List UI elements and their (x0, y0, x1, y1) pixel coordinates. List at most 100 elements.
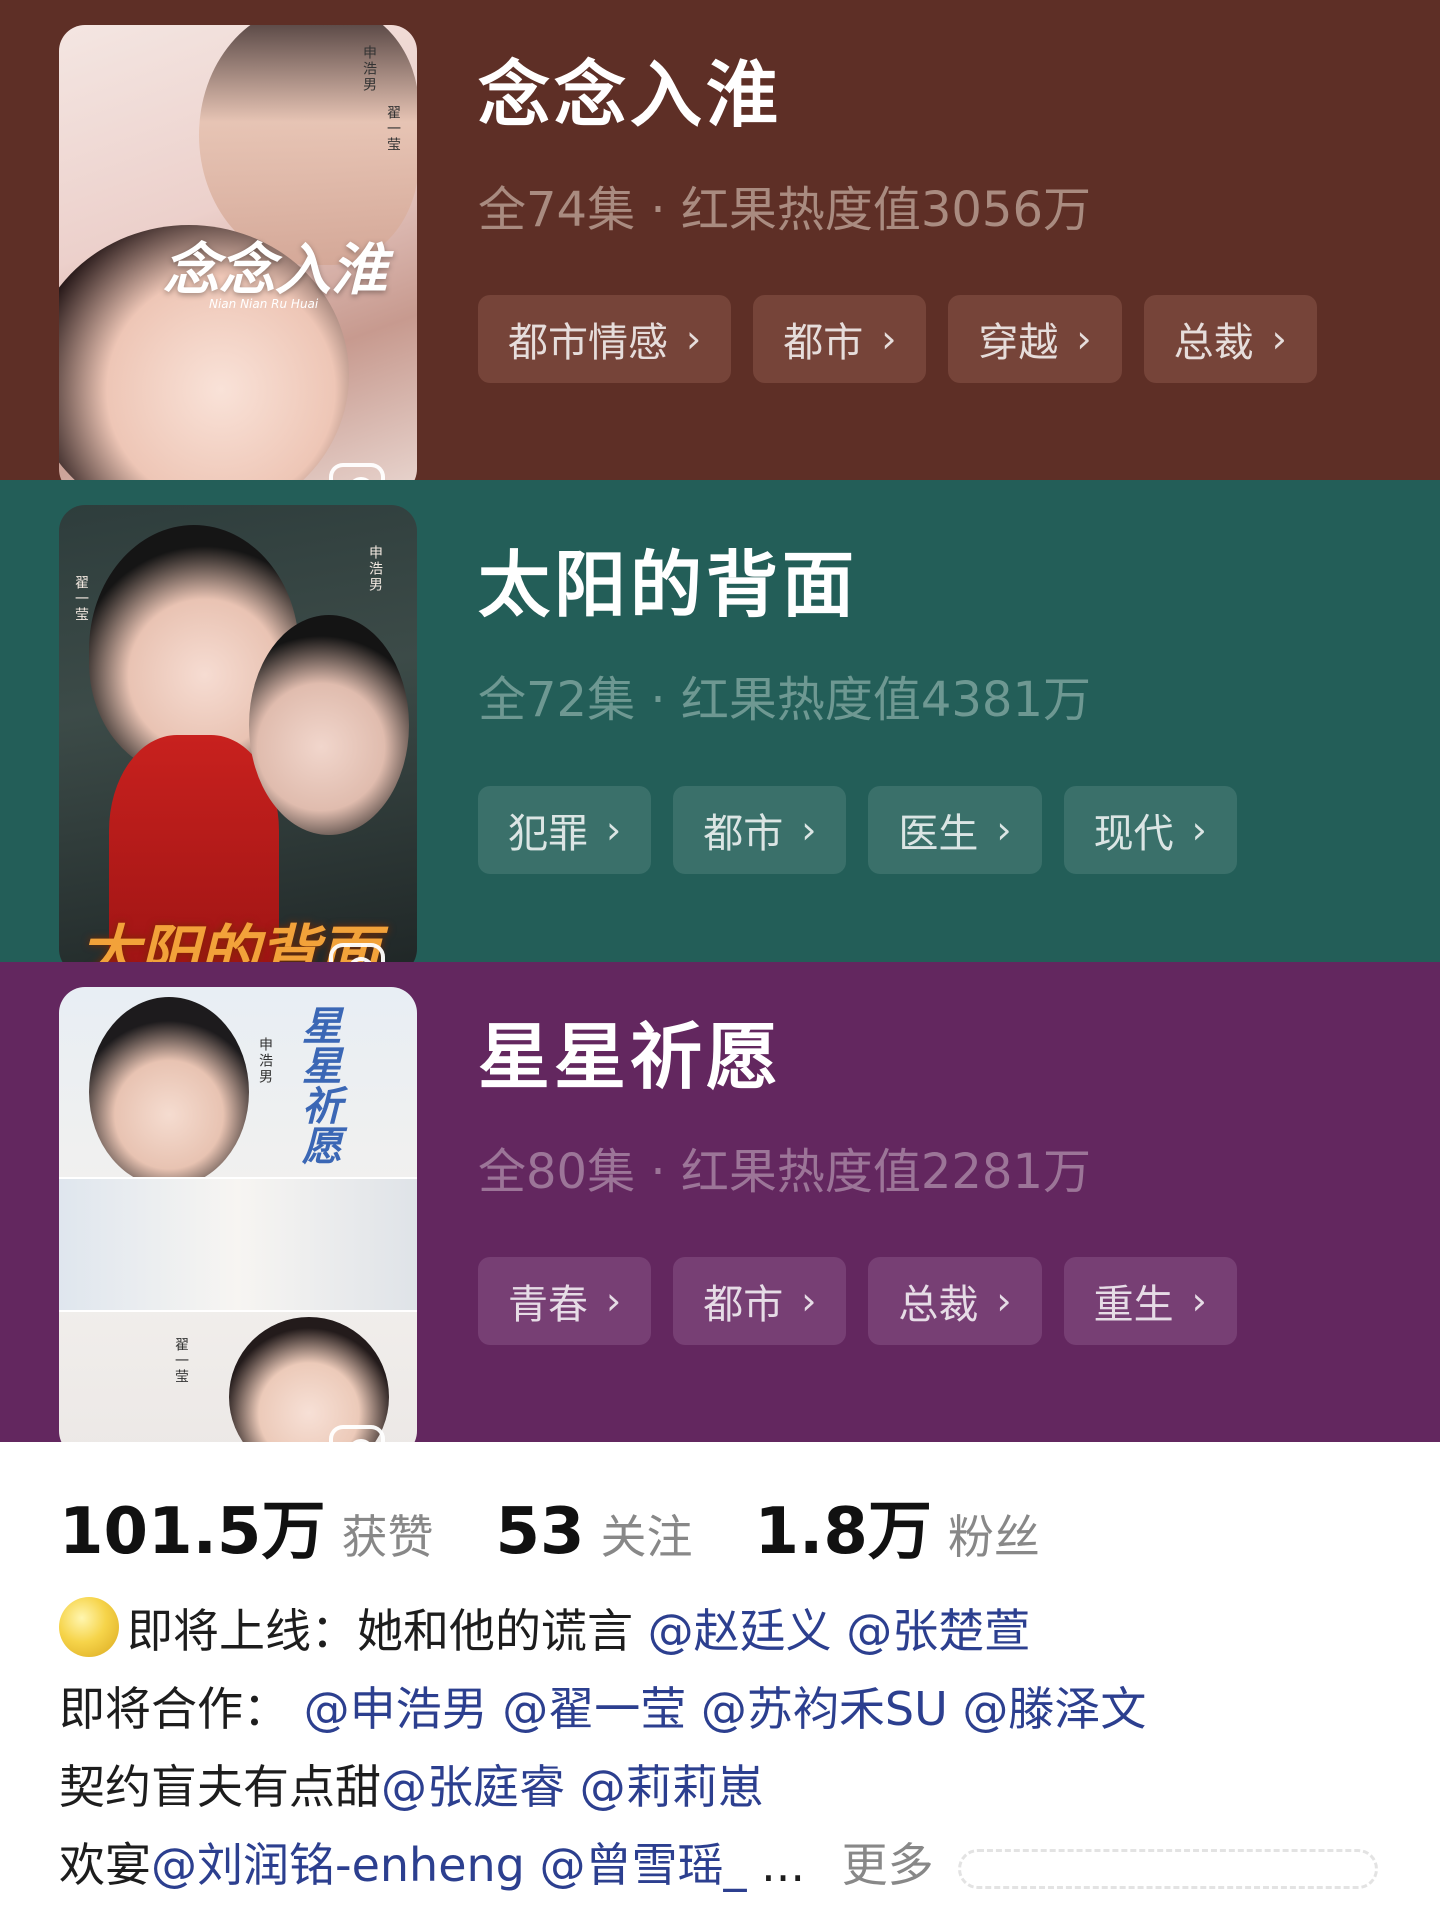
chevron-right-icon: › (1191, 1279, 1207, 1323)
drama-title[interactable]: 念念入淮 (478, 36, 782, 141)
chevron-right-icon: › (1271, 317, 1287, 361)
tag-label: 都市 (703, 1282, 784, 1328)
tag-button[interactable]: 都市 › (673, 786, 847, 874)
bio-line: 欢宴@刘润铭-enheng @曾雪瑶_ ... 更多 (59, 1826, 1399, 1904)
mention-link[interactable]: @曾雪瑶_ (540, 1838, 747, 1892)
poster-image[interactable]: 太阳的背面 申浩男 翟一莹 (59, 505, 417, 962)
tag-list: 都市情感 › 都市 › 穿越 › 总裁 › (478, 295, 1317, 383)
moon-emoji-icon (59, 1597, 119, 1657)
tag-button[interactable]: 总裁 › (1143, 295, 1317, 383)
drama-meta: 全74集 · 红果热度值3056万 (478, 182, 1092, 238)
mention-link[interactable]: @滕泽文 (962, 1682, 1146, 1736)
chevron-right-icon: › (1076, 317, 1092, 361)
chevron-right-icon: › (801, 1279, 817, 1323)
profile-bio: 即将上线：她和他的谎言 @赵廷义 @张楚萱 即将合作： @申浩男 @翟一莹 @苏… (59, 1592, 1399, 1904)
mention-link[interactable]: @赵廷义 (648, 1604, 832, 1658)
profile-stats: 101.5万 获赞 53 关注 1.8万 粉丝 (59, 1480, 1102, 1572)
poster-credit: 申浩男 (257, 1037, 273, 1085)
poster-image[interactable]: 念念入淮 Nian Nian Ru Huai 申浩男 翟一莹 (59, 25, 417, 480)
drama-meta: 全72集 · 红果热度值4381万 (478, 672, 1092, 728)
tag-label: 医生 (898, 811, 979, 857)
chevron-right-icon: › (606, 808, 622, 852)
drama-title[interactable]: 星星祈愿 (478, 998, 782, 1103)
stat-value: 1.8万 (754, 1495, 932, 1569)
tag-button[interactable]: 穿越 › (948, 295, 1122, 383)
drama-card-nian-nian-ru-huai[interactable]: 念念入淮 Nian Nian Ru Huai 申浩男 翟一莹 念念入淮 全74集… (0, 0, 1440, 480)
mention-link[interactable]: @张楚萱 (846, 1604, 1030, 1658)
bio-text: 契约盲夫有点甜 (59, 1760, 381, 1814)
tag-button[interactable]: 都市 › (673, 1257, 847, 1345)
tag-button[interactable]: 犯罪 › (478, 786, 652, 874)
mention-link[interactable]: @张庭睿 (381, 1760, 565, 1814)
bio-ellipsis: ... (761, 1838, 805, 1892)
poster-figure-girl (229, 1317, 389, 1442)
poster-gallery-icon (329, 943, 385, 962)
tag-label: 穿越 (978, 320, 1059, 366)
tag-label: 重生 (1093, 1282, 1174, 1328)
tag-label: 都市 (783, 320, 864, 366)
poster-credit: 申浩男 (367, 545, 383, 593)
poster-title: 念念入淮 (163, 237, 387, 303)
bio-text: 即将合作： (59, 1682, 289, 1736)
mention-link[interactable]: @刘润铭-enheng (151, 1838, 525, 1892)
chevron-right-icon: › (801, 808, 817, 852)
poster-figure-man (249, 615, 409, 835)
tag-button[interactable]: 重生 › (1063, 1257, 1237, 1345)
tag-label: 现代 (1093, 811, 1174, 857)
drama-meta: 全80集 · 红果热度值2281万 (478, 1144, 1092, 1200)
tag-list: 青春 › 都市 › 总裁 › 重生 › (478, 1257, 1237, 1345)
tag-button[interactable]: 都市 › (753, 295, 927, 383)
tag-label: 总裁 (1173, 320, 1254, 366)
poster-credit: 翟一莹 (173, 1337, 189, 1385)
watermark-decoration (958, 1848, 1379, 1889)
stat-value: 101.5万 (59, 1495, 326, 1569)
tag-label: 都市 (703, 811, 784, 857)
drama-card-xing-xing-qi-yuan[interactable]: 星星祈愿 申浩男 翟一莹 星星祈愿 全80集 · 红果热度值2281万 青春 › … (0, 962, 1440, 1442)
poster-scene-classroom (59, 1177, 417, 1312)
mention-link[interactable]: @苏袀禾SU (701, 1682, 948, 1736)
tag-button[interactable]: 总裁 › (868, 1257, 1042, 1345)
poster-credit: 申浩男 (361, 45, 377, 93)
tag-label: 都市情感 (508, 320, 668, 366)
tag-button[interactable]: 都市情感 › (478, 295, 732, 383)
chevron-right-icon: › (996, 1279, 1012, 1323)
mention-link[interactable]: @翟一莹 (502, 1682, 686, 1736)
mention-link[interactable]: @莉莉崽 (580, 1760, 764, 1814)
bio-line: 即将合作： @申浩男 @翟一莹 @苏袀禾SU @滕泽文 (59, 1670, 1399, 1748)
poster-subtitle: Nian Nian Ru Huai (209, 297, 319, 311)
bio-text: 即将上线：她和他的谎言 (127, 1604, 633, 1658)
poster-image[interactable]: 星星祈愿 申浩男 翟一莹 (59, 987, 417, 1442)
bio-line: 即将上线：她和他的谎言 @赵廷义 @张楚萱 (59, 1592, 1399, 1670)
drama-title[interactable]: 太阳的背面 (478, 526, 858, 631)
more-button[interactable]: 更多 (842, 1838, 934, 1892)
tag-button[interactable]: 医生 › (868, 786, 1042, 874)
tag-button[interactable]: 青春 › (478, 1257, 652, 1345)
mention-link[interactable]: @申浩男 (304, 1682, 488, 1736)
tag-label: 青春 (508, 1282, 588, 1328)
bio-line: 契约盲夫有点甜@张庭睿 @莉莉崽 (59, 1748, 1399, 1826)
chevron-right-icon: › (1191, 808, 1207, 852)
stat-following[interactable]: 53 关注 (495, 1495, 692, 1569)
poster-gallery-icon (329, 1425, 385, 1442)
stat-label: 关注 (600, 1510, 693, 1564)
stat-value: 53 (495, 1495, 585, 1569)
chevron-right-icon: › (606, 1279, 622, 1323)
poster-figure-boy (89, 997, 249, 1187)
stat-label: 获赞 (341, 1510, 434, 1564)
poster-title: 星星祈愿 (295, 1005, 342, 1165)
stat-followers[interactable]: 1.8万 粉丝 (755, 1480, 1040, 1572)
chevron-right-icon: › (881, 317, 897, 361)
drama-card-tai-yang-de-bei-mian[interactable]: 太阳的背面 申浩男 翟一莹 太阳的背面 全72集 · 红果热度值4381万 犯罪… (0, 480, 1440, 962)
stat-label: 粉丝 (947, 1510, 1040, 1564)
poster-credit: 翟一莹 (73, 575, 89, 623)
bio-text: 欢宴 (59, 1838, 151, 1892)
chevron-right-icon: › (686, 317, 702, 361)
stat-likes[interactable]: 101.5万 获赞 (59, 1480, 433, 1572)
tag-button[interactable]: 现代 › (1063, 786, 1237, 874)
tag-list: 犯罪 › 都市 › 医生 › 现代 › (478, 786, 1237, 874)
poster-credit: 翟一莹 (385, 105, 401, 153)
profile-panel: 101.5万 获赞 53 关注 1.8万 粉丝 即将上线：她和他的谎言 @赵廷义… (0, 1442, 1440, 1920)
tag-label: 犯罪 (508, 811, 588, 857)
chevron-right-icon: › (996, 808, 1012, 852)
poster-gallery-icon (329, 463, 385, 480)
